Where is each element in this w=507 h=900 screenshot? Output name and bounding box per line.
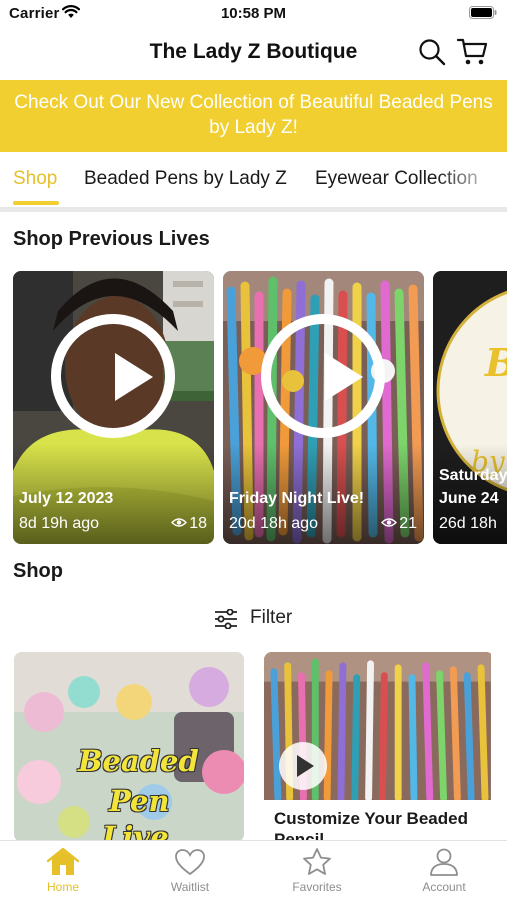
- section-title-previous-lives: Shop Previous Lives: [13, 228, 210, 250]
- live-title: July 12 2023: [19, 490, 114, 507]
- tab-label: Waitlist: [170, 880, 210, 894]
- play-icon: [115, 353, 153, 401]
- tab-shop[interactable]: Shop: [13, 168, 57, 190]
- product-card[interactable]: Customize Your Beaded Pencil: [264, 652, 494, 842]
- promo-banner[interactable]: Check Out Our New Collection of Beautifu…: [0, 80, 507, 152]
- product-overlay-text: Live: [102, 820, 169, 842]
- product-card[interactable]: Beaded Pen Live: [14, 652, 244, 842]
- live-title: Friday Night Live!: [229, 490, 365, 507]
- bottom-tab-bar: Home Waitlist Favorites Account: [0, 840, 507, 900]
- previous-lives-carousel[interactable]: July 12 2023 8d 19h ago 18 Friday Night …: [0, 271, 507, 545]
- product-overlay-text: Beaded: [78, 744, 199, 778]
- live-time-ago: 26d 18h: [439, 515, 497, 532]
- tab-scroll-fade: [437, 152, 507, 208]
- tab-label: Home: [46, 880, 79, 894]
- views-count: 18: [189, 515, 207, 532]
- divider: [0, 207, 507, 212]
- views-count: 21: [399, 515, 417, 532]
- filter-icon: [215, 609, 237, 629]
- live-views: 21: [381, 515, 417, 533]
- play-icon: [297, 755, 314, 777]
- status-bar: Carrier 10:58 PM: [0, 0, 507, 30]
- home-icon: [46, 847, 80, 875]
- live-card[interactable]: B by Saturday June 24 26d 18h: [433, 271, 507, 544]
- play-icon: [325, 353, 363, 401]
- section-title-shop: Shop: [13, 560, 63, 582]
- live-time-ago: 20d 18h ago: [229, 515, 318, 532]
- tab-label: Account: [422, 880, 466, 894]
- tab-home[interactable]: Home: [15, 847, 111, 894]
- person-icon: [430, 848, 458, 876]
- category-tabs: Shop Beaded Pens by Lady Z Eyewear Colle…: [0, 152, 507, 208]
- product-title: Customize Your Beaded Pencil: [264, 800, 494, 842]
- filter-label: Filter: [250, 607, 293, 628]
- svg-text:B: B: [484, 340, 507, 385]
- active-tab-indicator: [13, 201, 59, 205]
- product-overlay-text: Pen: [109, 784, 170, 818]
- play-button[interactable]: [261, 314, 385, 438]
- live-views: 18: [171, 515, 207, 533]
- live-time-ago: 8d 19h ago: [19, 515, 100, 532]
- tab-beaded-pens[interactable]: Beaded Pens by Lady Z: [84, 168, 287, 190]
- play-button[interactable]: [51, 314, 175, 438]
- tab-account[interactable]: Account: [396, 847, 492, 894]
- live-subtitle: June 24: [439, 490, 499, 507]
- nav-bar: The Lady Z Boutique: [0, 30, 507, 78]
- live-card[interactable]: July 12 2023 8d 19h ago 18: [13, 271, 214, 544]
- heart-icon: [175, 849, 205, 876]
- tab-favorites[interactable]: Favorites: [269, 847, 365, 894]
- battery-icon: [469, 6, 497, 19]
- tab-waitlist[interactable]: Waitlist: [142, 847, 238, 894]
- eye-icon: [171, 518, 188, 527]
- live-card[interactable]: Friday Night Live! 20d 18h ago 21: [223, 271, 424, 544]
- play-button[interactable]: [279, 742, 327, 790]
- tab-label: Favorites: [292, 880, 342, 894]
- eye-icon: [381, 518, 398, 527]
- clock: 10:58 PM: [220, 5, 287, 22]
- star-icon: [303, 848, 331, 875]
- live-title: Saturday: [439, 467, 507, 484]
- cart-icon[interactable]: [456, 36, 488, 68]
- search-icon[interactable]: [418, 38, 446, 66]
